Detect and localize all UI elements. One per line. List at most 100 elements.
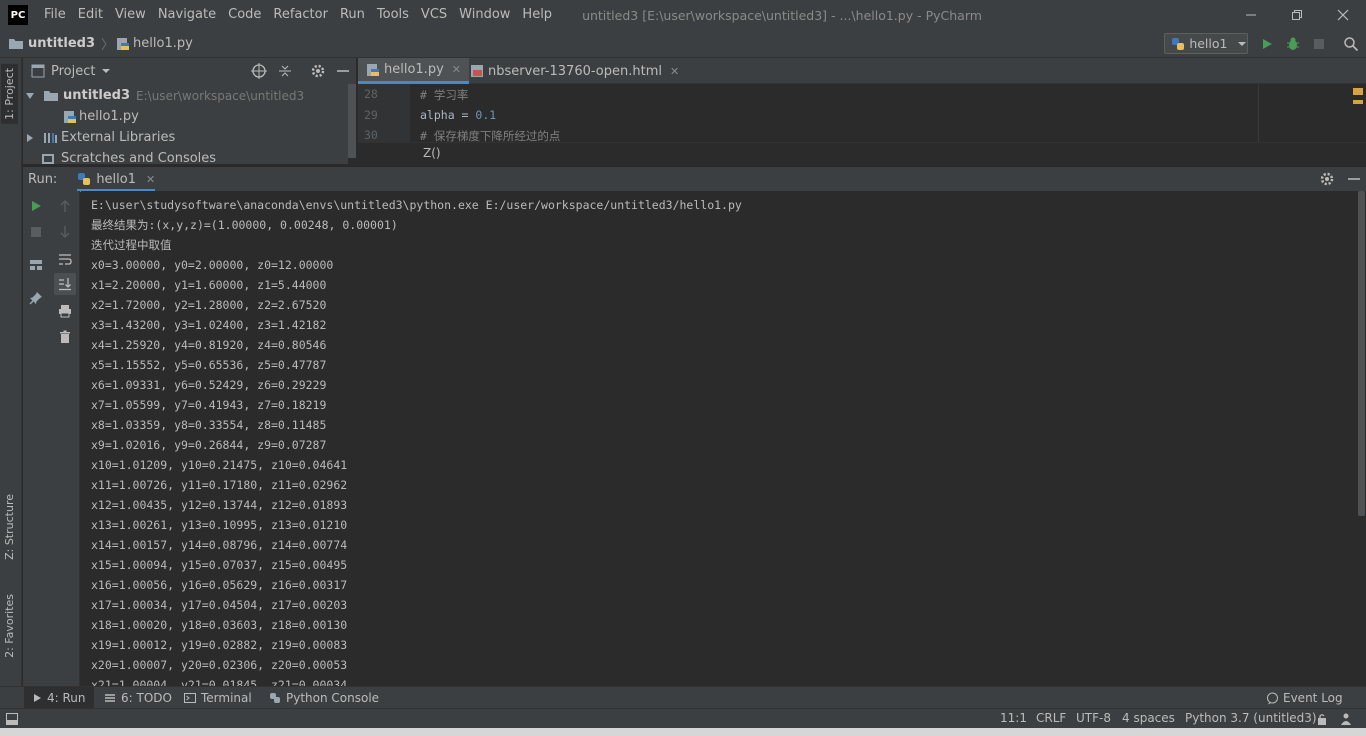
console-line: x14=1.00157, y14=0.08796, z14=0.00774 xyxy=(91,538,348,552)
collapse-all-icon[interactable] xyxy=(277,63,293,79)
print-button[interactable] xyxy=(54,300,76,322)
tool-tab-event-log[interactable]: Event Log xyxy=(1266,687,1343,709)
scroll-to-end-button[interactable] xyxy=(54,273,76,295)
run-configuration-select[interactable]: hello1 xyxy=(1164,33,1248,54)
scroll-to-end-icon xyxy=(59,278,71,291)
stop-button[interactable] xyxy=(1309,34,1329,54)
warning-stripe-marker[interactable] xyxy=(1353,100,1363,104)
menu-vcs[interactable]: VCS xyxy=(415,0,453,30)
editor-tab-hello1[interactable]: hello1.py ✕ xyxy=(358,58,469,84)
run-tab-hello1[interactable]: hello1 ✕ xyxy=(77,167,156,192)
indent-setting[interactable]: 4 spaces xyxy=(1122,711,1175,725)
tree-root-path: E:\user\workspace\untitled3 xyxy=(136,88,305,103)
tree-item-external-libraries[interactable]: External Libraries xyxy=(25,127,175,148)
file-encoding[interactable]: UTF-8 xyxy=(1076,711,1111,725)
code-editor[interactable]: 28 29 30 # 学习率 alpha = 0.1 # 保存梯度下降所经过的点… xyxy=(358,84,1366,164)
layout-icon xyxy=(30,260,42,270)
layout-button[interactable] xyxy=(25,254,47,276)
close-tab-icon[interactable]: ✕ xyxy=(146,173,155,186)
editor-tab-label: hello1.py xyxy=(384,62,444,77)
tree-item-scratches[interactable]: Scratches and Consoles xyxy=(41,148,216,164)
library-icon xyxy=(44,133,57,143)
menu-run[interactable]: Run xyxy=(334,0,371,30)
python-file-icon xyxy=(367,63,379,76)
menu-edit[interactable]: Edit xyxy=(72,0,109,30)
tool-tab-favorites[interactable]: 2: Favorites xyxy=(1,590,18,662)
terminal-icon xyxy=(184,693,196,703)
locate-file-icon[interactable] xyxy=(251,63,267,79)
python-file-icon xyxy=(117,37,130,50)
close-button[interactable] xyxy=(1320,0,1366,30)
gear-icon[interactable] xyxy=(1319,171,1335,187)
warning-marker-icon[interactable] xyxy=(1353,88,1363,95)
tool-tab-run[interactable]: 4: Run xyxy=(24,687,94,709)
menu-view[interactable]: View xyxy=(109,0,152,30)
console-scrollbar-thumb[interactable] xyxy=(1358,191,1365,516)
line-separator[interactable]: CRLF xyxy=(1036,711,1066,725)
menu-refactor[interactable]: Refactor xyxy=(267,0,334,30)
lock-icon[interactable] xyxy=(1317,713,1329,725)
close-icon xyxy=(1337,9,1349,21)
stop-icon xyxy=(1314,39,1324,49)
inspector-icon[interactable] xyxy=(1340,713,1352,725)
hide-panel-icon[interactable] xyxy=(336,64,350,78)
scroll-down-button[interactable] xyxy=(54,221,76,243)
run-console-output[interactable]: E:\user\studysoftware\anaconda\envs\unti… xyxy=(81,191,1357,686)
editor-breadcrumb[interactable]: Z() xyxy=(423,146,441,160)
menu-help[interactable]: Help xyxy=(516,0,558,30)
tree-item-hello1[interactable]: hello1.py xyxy=(63,106,139,127)
toggle-tool-windows-icon[interactable] xyxy=(6,713,18,725)
bug-icon xyxy=(1287,37,1299,50)
project-panel-header: Project xyxy=(23,58,356,84)
chevron-down-icon[interactable] xyxy=(101,66,111,76)
line-number: 30 xyxy=(364,128,378,142)
menu-tools[interactable]: Tools xyxy=(371,0,415,30)
console-line: x7=1.05599, y7=0.41943, z7=0.18219 xyxy=(91,398,327,412)
minimize-button[interactable] xyxy=(1228,0,1274,30)
tool-tab-python-console[interactable]: Python Console xyxy=(269,687,379,709)
editor-tab-bar: hello1.py ✕ nbserver-13760-open.html ✕ xyxy=(358,58,1366,84)
menu-window[interactable]: Window xyxy=(453,0,516,30)
code-operator: = xyxy=(454,108,476,122)
rerun-button[interactable] xyxy=(25,195,47,217)
tool-tab-todo[interactable]: 6: TODO xyxy=(104,687,172,709)
stop-button[interactable] xyxy=(25,221,47,243)
restore-icon xyxy=(1292,10,1302,20)
clear-all-button[interactable] xyxy=(54,326,76,348)
tool-tab-python-console-label: Python Console xyxy=(286,691,380,705)
hide-panel-icon[interactable] xyxy=(1347,172,1361,186)
console-line: x6=1.09331, y6=0.52429, z6=0.29229 xyxy=(91,378,327,392)
python-interpreter[interactable]: Python 3.7 (untitled3) xyxy=(1185,711,1317,725)
menu-file[interactable]: File xyxy=(38,0,72,30)
breadcrumb-file[interactable]: hello1.py xyxy=(116,36,193,51)
tree-item-root[interactable]: untitled3 E:\user\workspace\untitled3 xyxy=(25,85,304,106)
gear-icon[interactable] xyxy=(310,63,326,79)
close-tab-icon[interactable]: ✕ xyxy=(452,63,461,76)
project-scrollbar[interactable] xyxy=(348,84,356,158)
menu-code[interactable]: Code xyxy=(222,0,267,30)
console-scrollbar[interactable] xyxy=(1357,191,1366,686)
right-margin-guide xyxy=(1258,84,1259,142)
code-number: 0.1 xyxy=(475,108,497,122)
console-line: x0=3.00000, y0=2.00000, z0=12.00000 xyxy=(91,258,334,272)
project-panel-title[interactable]: Project xyxy=(51,64,95,79)
editor-tab-label: nbserver-13760-open.html xyxy=(488,63,662,79)
restore-button[interactable] xyxy=(1274,0,1320,30)
breadcrumb-project[interactable]: untitled3 〉 xyxy=(8,34,114,53)
close-tab-icon[interactable]: ✕ xyxy=(670,65,679,78)
tool-tab-terminal[interactable]: Terminal xyxy=(184,687,252,709)
console-line: x20=1.00007, y20=0.02306, z20=0.00053 xyxy=(91,658,348,672)
run-button[interactable] xyxy=(1257,34,1277,54)
soft-wrap-button[interactable] xyxy=(54,248,76,270)
pin-tab-button[interactable] xyxy=(25,287,47,309)
scroll-up-button[interactable] xyxy=(54,195,76,217)
caret-position[interactable]: 11:1 xyxy=(1000,711,1027,725)
tool-tab-project[interactable]: 1: Project xyxy=(1,64,18,124)
search-everywhere-button[interactable] xyxy=(1341,34,1361,54)
menu-navigate[interactable]: Navigate xyxy=(152,0,222,30)
tool-tab-structure[interactable]: Z: Structure xyxy=(1,490,18,564)
debug-button[interactable] xyxy=(1283,34,1303,54)
breadcrumb-project-label: untitled3 xyxy=(28,36,96,51)
editor-tab-nbserver[interactable]: nbserver-13760-open.html ✕ xyxy=(462,58,687,84)
console-line: x1=2.20000, y1=1.60000, z1=5.44000 xyxy=(91,278,327,292)
